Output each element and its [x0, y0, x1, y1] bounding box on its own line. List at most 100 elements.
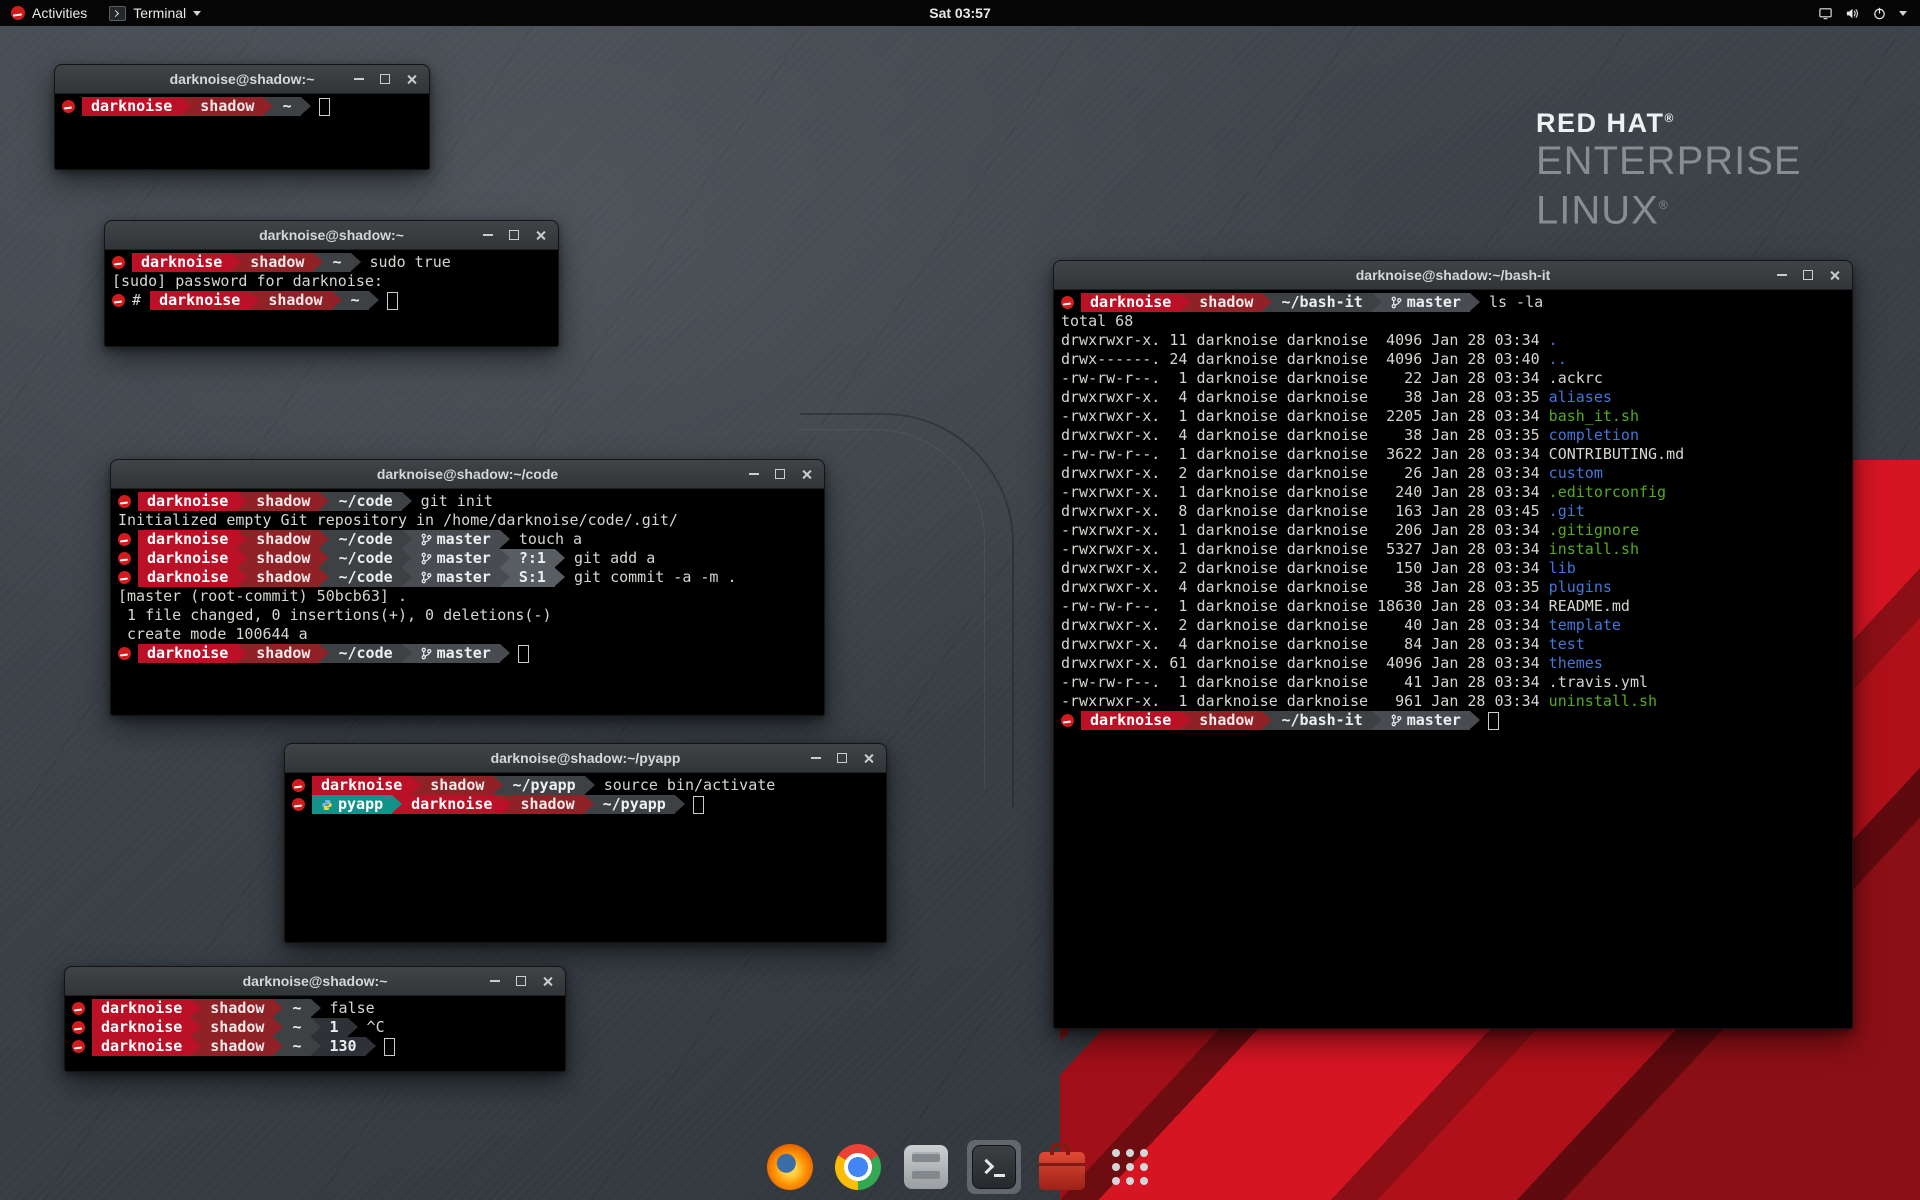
- grid-dot: [1126, 1163, 1134, 1171]
- terminal-window-home-small[interactable]: darknoise@shadow:~darknoiseshadow~: [54, 64, 430, 170]
- prompt-segment-host: shadow: [247, 492, 319, 511]
- window-titlebar[interactable]: darknoise@shadow:~: [55, 65, 429, 94]
- terminal-content[interactable]: darknoiseshadow~/bash-itmaster ls -latot…: [1054, 290, 1852, 1029]
- prompt-separator: [301, 97, 311, 116]
- terminal-line: 1 file changed, 0 insertions(+), 0 delet…: [118, 606, 817, 625]
- close-button[interactable]: [537, 972, 557, 990]
- prompt-segment-path: ~/code: [329, 549, 401, 568]
- prompt-separator-shape: [319, 549, 329, 567]
- segment-label: ~/code: [338, 492, 392, 511]
- prompt-separator: [237, 492, 247, 511]
- prompt-separator: [1372, 711, 1382, 730]
- prompt-separator-shape: [1262, 711, 1272, 729]
- dock-item-terminal[interactable]: [967, 1140, 1021, 1194]
- window-titlebar[interactable]: darknoise@shadow:~: [105, 221, 558, 250]
- maximize-button[interactable]: [511, 972, 531, 990]
- activities-button[interactable]: Activities: [0, 0, 98, 26]
- display-icon: [1818, 6, 1833, 21]
- minimize-button[interactable]: [806, 749, 826, 767]
- terminal-line: drwxrwxr-x. 4 darknoise darknoise 84 Jan…: [1061, 635, 1845, 654]
- terminal-window-pyapp[interactable]: darknoise@shadow:~/pyappdarknoiseshadow~…: [284, 743, 887, 943]
- prompt-segment-user: darknoise: [138, 549, 237, 568]
- maximize-button[interactable]: [1798, 266, 1818, 284]
- dock-item-chrome[interactable]: [831, 1140, 885, 1194]
- chrome-icon: [835, 1144, 881, 1190]
- close-button[interactable]: [530, 226, 550, 244]
- segment-label: ~: [332, 253, 341, 272]
- terminal-content[interactable]: darknoiseshadow~ falsedarknoiseshadow~1 …: [65, 996, 565, 1072]
- terminal-window-bash-it[interactable]: darknoise@shadow:~/bash-itdarknoiseshado…: [1053, 260, 1853, 1029]
- prompt-separator-shape: [675, 795, 685, 813]
- git-branch-icon: [421, 571, 432, 584]
- terminal-window-sudo[interactable]: darknoise@shadow:~darknoiseshadow~ sudo …: [104, 220, 559, 347]
- close-button[interactable]: [401, 70, 421, 88]
- prompt-icon: [118, 571, 131, 584]
- window-titlebar[interactable]: darknoise@shadow:~/bash-it: [1054, 261, 1852, 290]
- prompt-segment-host: shadow: [191, 97, 263, 116]
- prompt-segment-user: darknoise: [138, 492, 237, 511]
- prompt-segment-branch: master: [1382, 711, 1470, 730]
- prompt-segment-path: ~/bash-it: [1272, 711, 1371, 730]
- window-titlebar[interactable]: darknoise@shadow:~/pyapp: [285, 744, 886, 773]
- prompt-separator-shape: [237, 644, 247, 662]
- segment-label: 1: [330, 1018, 339, 1037]
- prompt-segment-path: ~: [323, 253, 350, 272]
- window-titlebar[interactable]: darknoise@shadow:~: [65, 967, 565, 996]
- dock-item-app-grid[interactable]: [1103, 1140, 1157, 1194]
- close-button[interactable]: [796, 465, 816, 483]
- maximize-button[interactable]: [832, 749, 852, 767]
- maximize-icon: [775, 469, 785, 479]
- prompt-segment-host: shadow: [241, 253, 313, 272]
- terminal-content[interactable]: darknoiseshadow~/code git initInitialize…: [111, 489, 824, 716]
- terminal-content[interactable]: darknoiseshadow~: [55, 94, 429, 170]
- segment-label: shadow: [200, 97, 254, 116]
- terminal-line: drwxrwxr-x. 4 darknoise darknoise 38 Jan…: [1061, 388, 1845, 407]
- minimize-button[interactable]: [485, 972, 505, 990]
- window-controls: [349, 70, 429, 88]
- terminal-text: drwx------. 24 darknoise darknoise 4096 …: [1061, 350, 1549, 369]
- clock[interactable]: Sat 03:57: [929, 0, 990, 26]
- segment-label: 130: [330, 1037, 357, 1056]
- prompt-separator: [1262, 293, 1272, 312]
- minimize-button[interactable]: [349, 70, 369, 88]
- terminal-content[interactable]: darknoiseshadow~ sudo true[sudo] passwor…: [105, 250, 558, 347]
- prompt-separator-shape: [500, 568, 510, 586]
- close-button[interactable]: [858, 749, 878, 767]
- prompt-separator: [263, 97, 273, 116]
- app-menu-button[interactable]: Terminal: [98, 0, 212, 26]
- terminal-window-code[interactable]: darknoise@shadow:~/code darknoise shadow ~/…: [110, 459, 825, 716]
- system-status-menu[interactable]: [1805, 0, 1920, 26]
- dock-item-toolbox[interactable]: [1035, 1140, 1089, 1194]
- minimize-button[interactable]: [744, 465, 764, 483]
- prompt-separator: [500, 530, 510, 549]
- maximize-button[interactable]: [375, 70, 395, 88]
- prompt-icon: [62, 100, 75, 113]
- prompt-separator-shape: [319, 568, 329, 586]
- minimize-button[interactable]: [1772, 266, 1792, 284]
- prompt-separator: [555, 549, 565, 568]
- terminal-content[interactable]: darknoiseshadow~/pyapp source bin/activa…: [285, 773, 886, 943]
- window-titlebar[interactable]: darknoise@shadow:~/code: [111, 460, 824, 489]
- terminal-line: darknoiseshadow~130: [72, 1037, 558, 1056]
- maximize-button[interactable]: [770, 465, 790, 483]
- terminal-text: plugins: [1549, 578, 1612, 597]
- prompt-segment-host: shadow: [201, 1018, 273, 1037]
- prompt-separator: [319, 492, 329, 511]
- chevron-down-icon: [193, 11, 201, 16]
- close-button[interactable]: [1824, 266, 1844, 284]
- terminal-text: -rwxrwxr-x. 1 darknoise darknoise 2205 J…: [1061, 407, 1549, 426]
- maximize-button[interactable]: [504, 226, 524, 244]
- terminal-text: drwxrwxr-x. 8 darknoise darknoise 163 Ja…: [1061, 502, 1549, 521]
- segment-label: darknoise: [1090, 293, 1171, 312]
- terminal-text: [master (root-commit) 50bcb63] .: [118, 587, 407, 606]
- dock-item-firefox[interactable]: [763, 1140, 817, 1194]
- terminal-line: -rwxrwxr-x. 1 darknoise darknoise 961 Ja…: [1061, 692, 1845, 711]
- terminal-text: total 68: [1061, 312, 1133, 331]
- terminal-text: git commit -a -m .: [565, 568, 737, 587]
- dock-item-files[interactable]: [899, 1140, 953, 1194]
- segment-label: ~/pyapp: [603, 795, 666, 814]
- terminal-window-exit-codes[interactable]: darknoise@shadow:~darknoiseshadow~ false…: [64, 966, 566, 1072]
- prompt-segment-path: ~/code: [329, 644, 401, 663]
- terminal-text: git add a: [565, 549, 655, 568]
- minimize-button[interactable]: [478, 226, 498, 244]
